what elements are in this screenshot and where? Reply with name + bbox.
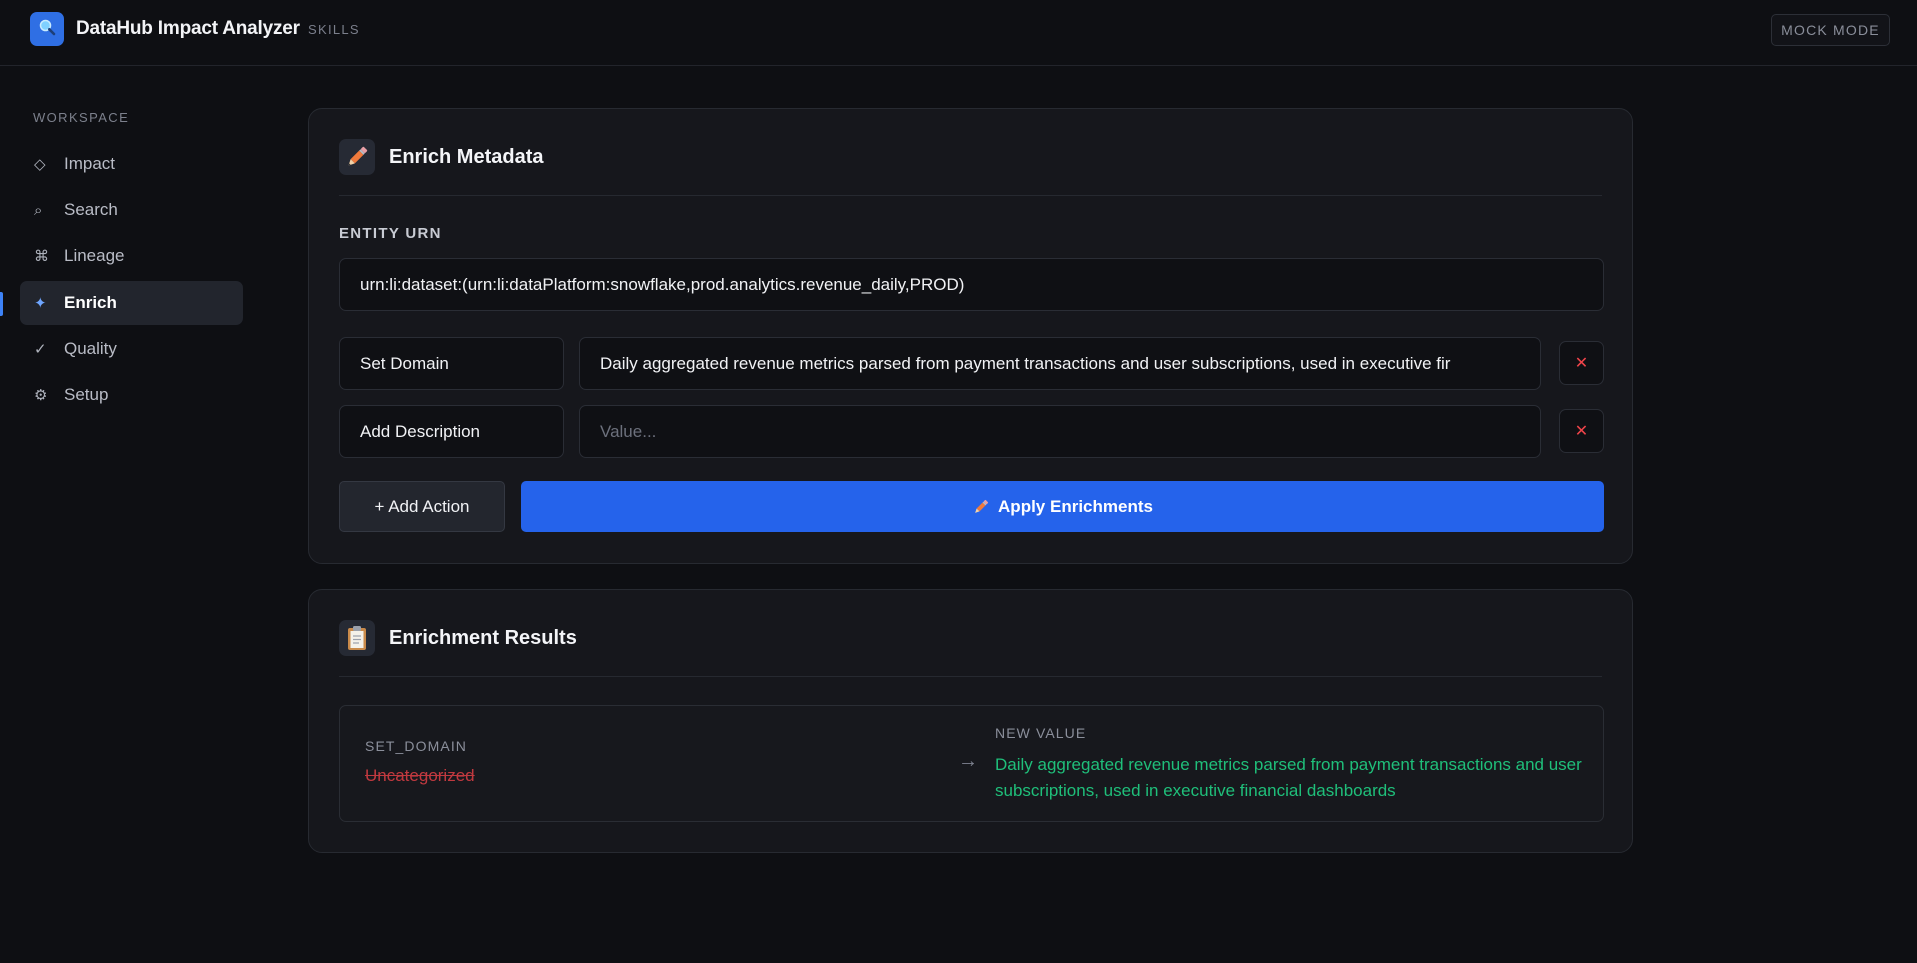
result-action-type: SET_DOMAIN: [365, 738, 468, 754]
sidebar-item-label: Quality: [64, 339, 117, 358]
sidebar-item-impact[interactable]: ◇ Impact: [20, 142, 243, 186]
app-tag: SKILLS: [308, 22, 360, 37]
top-bar: DataHub Impact Analyzer SKILLS MOCK MODE: [0, 0, 1917, 66]
app-title: DataHub Impact Analyzer: [76, 18, 300, 39]
add-action-button[interactable]: + Add Action: [339, 481, 505, 532]
enrich-card-header: Enrich Metadata: [339, 139, 543, 175]
diamond-icon: ◇: [34, 156, 46, 173]
entity-urn-label: ENTITY URN: [339, 225, 442, 242]
sidebar-item-label: Search: [64, 200, 118, 219]
action-value-input[interactable]: Value...: [579, 405, 1541, 458]
results-card-header: Enrichment Results: [339, 620, 577, 656]
result-row: SET_DOMAIN Uncategorized → NEW VALUE Dai…: [339, 705, 1604, 822]
result-new-value-label: NEW VALUE: [995, 725, 1087, 741]
arrow-right-icon: →: [958, 750, 978, 772]
result-new-value: Daily aggregated revenue metrics parsed …: [995, 755, 1582, 800]
close-icon: ✕: [1574, 423, 1589, 440]
pencil-icon: [972, 498, 990, 516]
divider: [339, 676, 1602, 677]
close-icon: ✕: [1574, 355, 1589, 372]
apply-label: Apply Enrichments: [998, 496, 1153, 516]
sidebar-item-enrich[interactable]: ✦ Enrich: [20, 281, 243, 325]
results-card: Enrichment Results SET_DOMAIN Uncategori…: [308, 589, 1633, 853]
divider: [339, 195, 1602, 196]
results-title: Enrichment Results: [389, 626, 577, 649]
sparkle-icon: ✦: [34, 295, 47, 312]
result-old-value: Uncategorized: [365, 766, 475, 785]
sidebar-item-label: Setup: [64, 385, 109, 404]
mock-mode-button[interactable]: MOCK MODE: [1771, 14, 1890, 46]
remove-action-button[interactable]: ✕: [1559, 341, 1604, 385]
action-type-select[interactable]: Set Domain: [339, 337, 564, 390]
sidebar-item-search[interactable]: ⌕ Search: [20, 188, 243, 232]
active-indicator: [0, 292, 3, 316]
sidebar-section-label: WORKSPACE: [33, 110, 130, 125]
entity-urn-input[interactable]: urn:li:dataset:(urn:li:dataPlatform:snow…: [339, 258, 1604, 311]
action-value-input[interactable]: Daily aggregated revenue metrics parsed …: [579, 337, 1541, 390]
remove-action-button[interactable]: ✕: [1559, 409, 1604, 453]
sidebar-item-label: Lineage: [64, 246, 125, 265]
action-type-select[interactable]: Add Description: [339, 405, 564, 458]
gear-icon: ⚙: [34, 387, 48, 404]
search-icon: ⌕: [34, 201, 43, 219]
clipboard-icon: [339, 620, 375, 656]
pencil-icon: [339, 139, 375, 175]
sidebar-item-label: Impact: [64, 154, 116, 173]
command-icon: ⌘: [34, 248, 49, 265]
sidebar-item-setup[interactable]: ⚙ Setup: [20, 373, 243, 417]
enrich-card: Enrich Metadata ENTITY URN urn:li:datase…: [308, 108, 1633, 564]
check-icon: ✓: [34, 341, 47, 358]
sidebar-item-quality[interactable]: ✓ Quality: [20, 327, 243, 371]
sidebar-item-lineage[interactable]: ⌘ Lineage: [20, 234, 243, 278]
apply-enrichments-button[interactable]: Apply Enrichments: [521, 481, 1604, 532]
enrich-title: Enrich Metadata: [389, 145, 544, 168]
magnifier-icon: [38, 18, 56, 41]
sidebar-item-label: Enrich: [64, 293, 117, 312]
app-logo: [30, 12, 64, 46]
